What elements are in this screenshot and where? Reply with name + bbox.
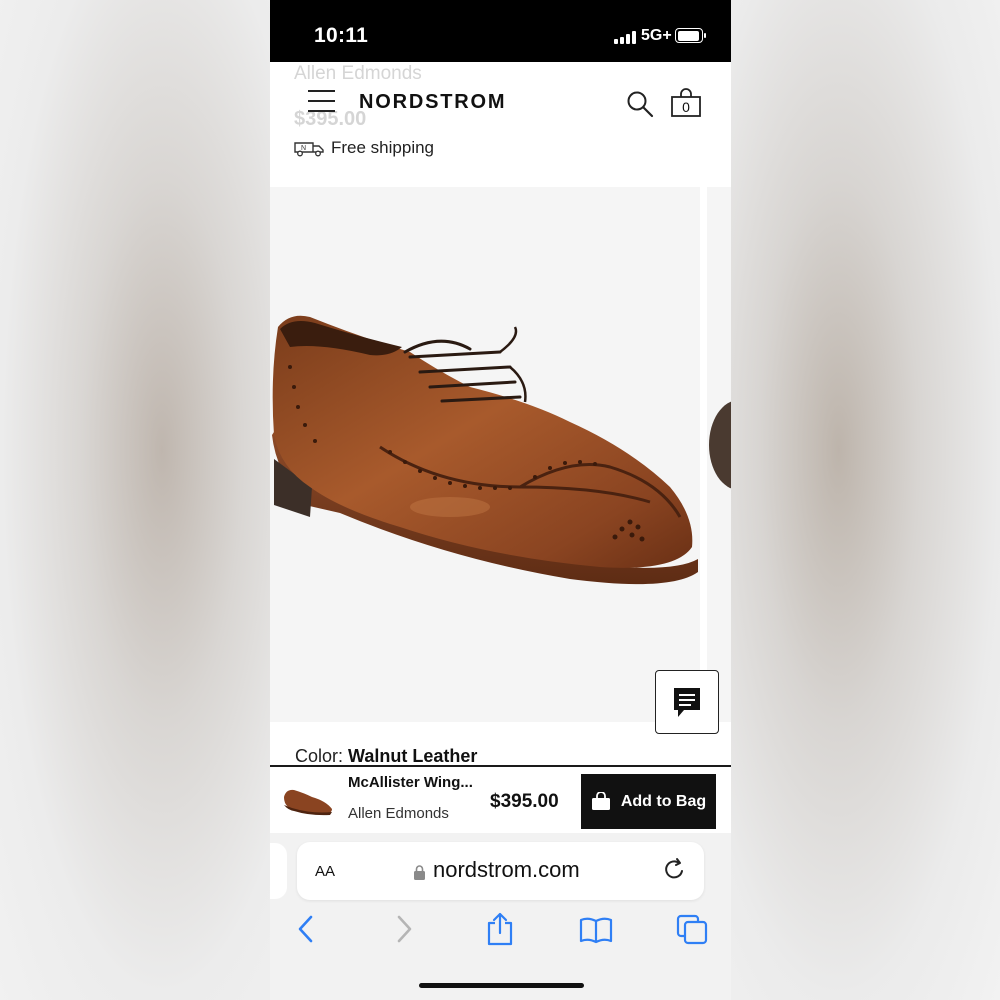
chat-icon <box>674 688 700 717</box>
bag-button[interactable]: 0 <box>670 88 702 118</box>
gallery-divider <box>700 187 707 722</box>
shoe-illustration <box>272 315 698 585</box>
phone-screen: 10:11 5G+ Allen Edmonds $395.00 NORDSTRO… <box>270 0 731 1000</box>
menu-icon[interactable] <box>308 90 335 112</box>
lock-icon <box>414 865 425 880</box>
cart-icon <box>591 792 610 810</box>
truck-icon: N <box>294 142 324 157</box>
signal-icon <box>614 31 636 44</box>
url-text[interactable]: nordstrom.com <box>433 857 580 883</box>
battery-nub <box>704 33 706 38</box>
background-right <box>731 0 1000 1000</box>
back-icon[interactable] <box>294 911 318 947</box>
network-label: 5G+ <box>641 27 672 44</box>
reader-settings-button[interactable]: AA <box>315 860 335 882</box>
browser-chrome: AA nordstrom.com <box>270 833 731 1000</box>
product-price: $395.00 <box>490 791 559 812</box>
product-thumbnail[interactable] <box>282 779 334 819</box>
reload-icon[interactable] <box>663 857 687 883</box>
ghost-brand-text: Allen Edmonds <box>294 63 422 84</box>
chat-button[interactable] <box>655 670 719 734</box>
browser-toolbar <box>270 911 731 955</box>
share-icon[interactable] <box>484 911 516 947</box>
bag-count: 0 <box>682 99 690 115</box>
color-label: Color: <box>295 746 349 766</box>
svg-text:N: N <box>301 145 306 152</box>
shipping-text: Free shipping <box>331 138 435 157</box>
shipping-info: N Free shipping <box>293 138 434 158</box>
color-value: Walnut Leather <box>348 746 478 766</box>
sticky-add-bar: McAllister Wing... Allen Edmonds $395.00… <box>270 765 731 835</box>
background-left <box>0 0 270 1000</box>
home-indicator <box>419 983 584 988</box>
previous-tab-edge[interactable] <box>270 843 287 899</box>
address-bar[interactable]: AA nordstrom.com <box>297 842 704 900</box>
forward-icon[interactable] <box>392 911 416 947</box>
search-icon[interactable] <box>626 90 654 118</box>
next-shoe-preview <box>709 401 731 489</box>
product-brand: Allen Edmonds <box>348 805 449 822</box>
status-time: 10:11 <box>314 24 369 47</box>
bookmarks-icon[interactable] <box>578 911 614 947</box>
battery-icon <box>675 28 703 43</box>
color-selection: Color: Walnut Leather <box>295 746 477 767</box>
tabs-icon[interactable] <box>675 911 709 947</box>
next-product-image[interactable] <box>707 187 731 722</box>
product-image[interactable] <box>270 187 700 722</box>
add-to-bag-label: Add to Bag <box>620 792 707 810</box>
product-gallery[interactable] <box>270 187 731 722</box>
status-bar: 10:11 5G+ <box>270 0 731 62</box>
brand-logo[interactable]: NORDSTROM <box>359 91 506 114</box>
aa-label: AA <box>315 863 336 880</box>
product-name[interactable]: McAllister Wing... <box>348 774 473 791</box>
add-to-bag-button[interactable]: Add to Bag <box>581 774 716 829</box>
